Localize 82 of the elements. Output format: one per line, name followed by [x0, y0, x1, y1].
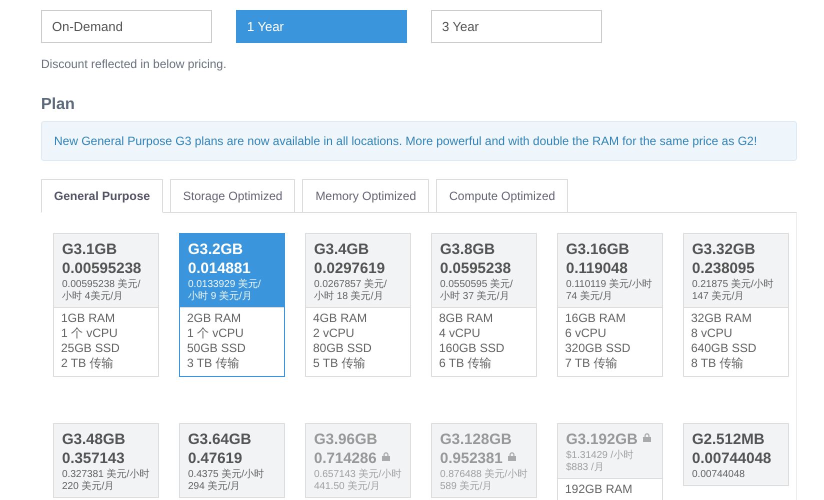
plan-heading: Plan	[41, 96, 76, 114]
plan-price: 0.0595238	[440, 260, 512, 278]
price-detail: 0.21875 美元/小时 147 美元/月	[692, 279, 775, 303]
plan-price: 0.0297619	[314, 260, 386, 278]
price-detail: 0.4375 美元/小时 294 美元/月	[188, 469, 266, 493]
price-detail: 0.876488 美元/小时 589 美元/月	[440, 469, 528, 493]
plan-tab[interactable]: Compute Optimized	[436, 179, 568, 213]
info-notice: New General Purpose G3 plans are now available in all locations. More powerful and with double the RAM for the same price as G2!	[41, 121, 797, 161]
discount-note: Discount reflected in below pricing.	[41, 57, 228, 71]
plan-price: 0.47619	[188, 450, 244, 468]
plan-card[interactable]: G3.8GB 0.0595238 0.0550595 美元/小时 37 美元/月 8GB RAM 4 vCPU 160GB SSD 6 TB 传输	[431, 233, 537, 377]
lock-icon	[382, 452, 390, 461]
plan-name: G3.2GB	[188, 241, 244, 259]
plan-card[interactable]: G3.4GB 0.0297619 0.0267857 美元/小时 18 美元/月 4GB RAM 2 vCPU 80GB SSD 5 TB 传输	[305, 233, 411, 377]
spec-line: 6 TB 传输	[439, 356, 492, 371]
spec-line: 16GB RAM	[565, 311, 627, 326]
lock-icon	[508, 452, 516, 461]
price-detail: 0.0267857 美元/小时 18 美元/月	[314, 279, 388, 303]
spec-line: 2GB RAM	[187, 311, 242, 326]
plan-tab[interactable]: Memory Optimized	[302, 179, 430, 213]
price-detail: 0.00595238 美元/小时 4美元/月	[62, 279, 142, 303]
spec-line: 6 vCPU	[565, 326, 608, 341]
plan-name: G3.32GB	[692, 241, 756, 259]
spec-line: 4GB RAM	[313, 311, 368, 326]
plan-price: 0.952381	[440, 450, 530, 468]
plan-card[interactable]: G3.1GB 0.00595238 0.00595238 美元/小时 4美元/月 1GB RAM 1 个 vCPU 25GB SSD 2 TB 传输	[53, 233, 159, 377]
spec-line: 1GB RAM	[61, 311, 116, 326]
price-detail: 0.0550595 美元/小时 37 美元/月	[440, 279, 514, 303]
spec-line: 7 TB 传输	[565, 356, 618, 371]
plan-name: G3.64GB	[188, 431, 252, 449]
plan-card[interactable]: G3.2GB 0.014881 0.0133929 美元/小时 9 美元/月 2GB RAM 1 个 vCPU 50GB SSD 3 TB 传输	[179, 233, 285, 377]
term-option[interactable]: On-Demand	[41, 10, 212, 43]
spec-line: 25GB SSD	[61, 341, 121, 356]
plan-price: 0.357143	[62, 450, 126, 468]
plan-name: G3.96GB	[314, 431, 378, 449]
spec-line: 1 个 vCPU	[61, 326, 119, 341]
plan-card[interactable]: G3.64GB 0.47619 0.4375 美元/小时 294 美元/月	[179, 423, 285, 498]
plan-name: G2.512MB	[692, 431, 766, 449]
plan-price: 0.00744048	[692, 450, 772, 468]
plan-price: 0.00595238	[62, 260, 142, 278]
price-detail: 0.327381 美元/小时 220 美元/月	[62, 469, 150, 493]
plan-card[interactable]: G3.192GB $1.31429 /小时 $883 /月 192GB RAM	[557, 423, 663, 500]
plan-price: 0.014881	[188, 260, 252, 278]
lock-icon	[642, 433, 651, 442]
spec-line: 1 个 vCPU	[187, 326, 245, 341]
plan-name: G3.4GB	[314, 241, 370, 259]
plan-name: G3.1GB	[62, 241, 118, 259]
price-detail: $1.31429 /小时 $883 /月	[566, 450, 634, 474]
plan-price: 0.238095	[692, 260, 756, 278]
spec-line: 80GB SSD	[313, 341, 373, 356]
plan-card[interactable]: G3.48GB 0.357143 0.327381 美元/小时 220 美元/月	[53, 423, 159, 498]
plan-card[interactable]: G3.32GB 0.238095 0.21875 美元/小时 147 美元/月 32GB RAM 8 vCPU 640GB SSD 8 TB 传输	[683, 233, 789, 377]
price-detail: 0.657143 美元/小时 441.50 美元/月	[314, 469, 402, 493]
plan-tab[interactable]: General Purpose	[41, 179, 164, 213]
spec-line: 3 TB 传输	[187, 356, 240, 371]
spec-line: 2 TB 传输	[61, 356, 114, 371]
plan-name: G3.192GB	[566, 431, 656, 449]
spec-line: 320GB SSD	[565, 341, 632, 356]
plan-card[interactable]: G3.16GB 0.119048 0.110119 美元/小时 74 美元/月 16GB RAM 6 vCPU 320GB SSD 7 TB 传输	[557, 233, 663, 377]
price-detail: 0.0133929 美元/小时 9 美元/月	[188, 279, 262, 303]
spec-line: 640GB SSD	[691, 341, 758, 356]
spec-line: 8 vCPU	[691, 326, 734, 341]
spec-line: 8GB RAM	[439, 311, 494, 326]
plan-card[interactable]: G2.512MB 0.00744048 0.00744048	[683, 423, 789, 486]
spec-line: 2 vCPU	[313, 326, 356, 341]
spec-line: 4 vCPU	[439, 326, 482, 341]
spec-line: 160GB SSD	[439, 341, 506, 356]
price-detail: 0.00744048	[692, 469, 746, 481]
plan-name: G3.16GB	[566, 241, 630, 259]
spec-line: 192GB RAM	[565, 482, 634, 497]
plan-price: 0.714286	[314, 450, 404, 468]
price-detail: 0.110119 美元/小时 74 美元/月	[566, 279, 653, 303]
plan-name: G3.8GB	[440, 241, 496, 259]
spec-line: 32GB RAM	[691, 311, 753, 326]
term-option[interactable]: 3 Year	[431, 10, 602, 43]
plan-price: 0.119048	[566, 260, 629, 278]
spec-line: 50GB SSD	[187, 341, 247, 356]
plan-name: G3.48GB	[62, 431, 126, 449]
spec-line: 5 TB 传输	[313, 356, 366, 371]
plan-name: G3.128GB	[440, 431, 513, 449]
plan-tab[interactable]: Storage Optimized	[170, 179, 296, 213]
spec-line: 8 TB 传输	[691, 356, 744, 371]
